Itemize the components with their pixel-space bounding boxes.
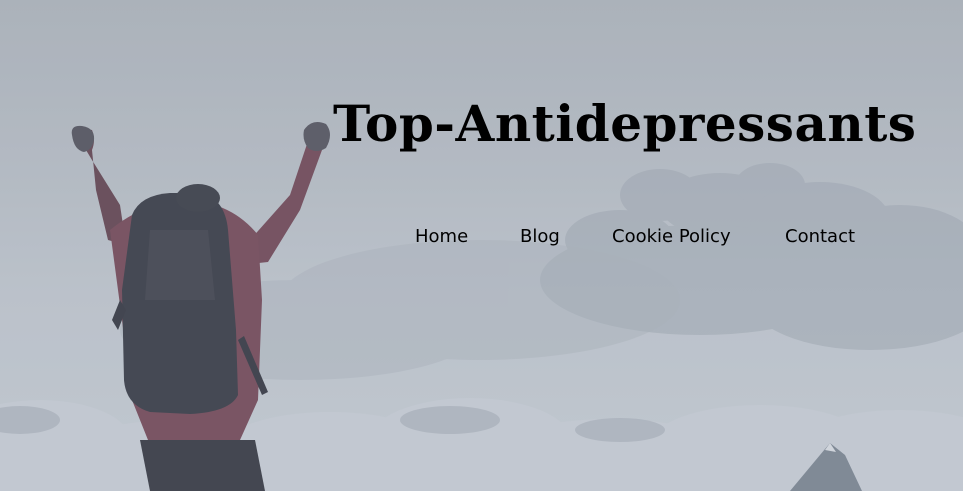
nav-item-blog[interactable]: Blog: [520, 226, 560, 248]
nav-item-contact[interactable]: Contact: [785, 226, 855, 248]
hero-section: Top-Antidepressants Home Blog Cookie Pol…: [0, 0, 963, 491]
site-title[interactable]: Top-Antidepressants: [333, 96, 916, 151]
nav-item-cookie-policy[interactable]: Cookie Policy: [612, 226, 731, 248]
nav-item-home[interactable]: Home: [415, 226, 468, 248]
